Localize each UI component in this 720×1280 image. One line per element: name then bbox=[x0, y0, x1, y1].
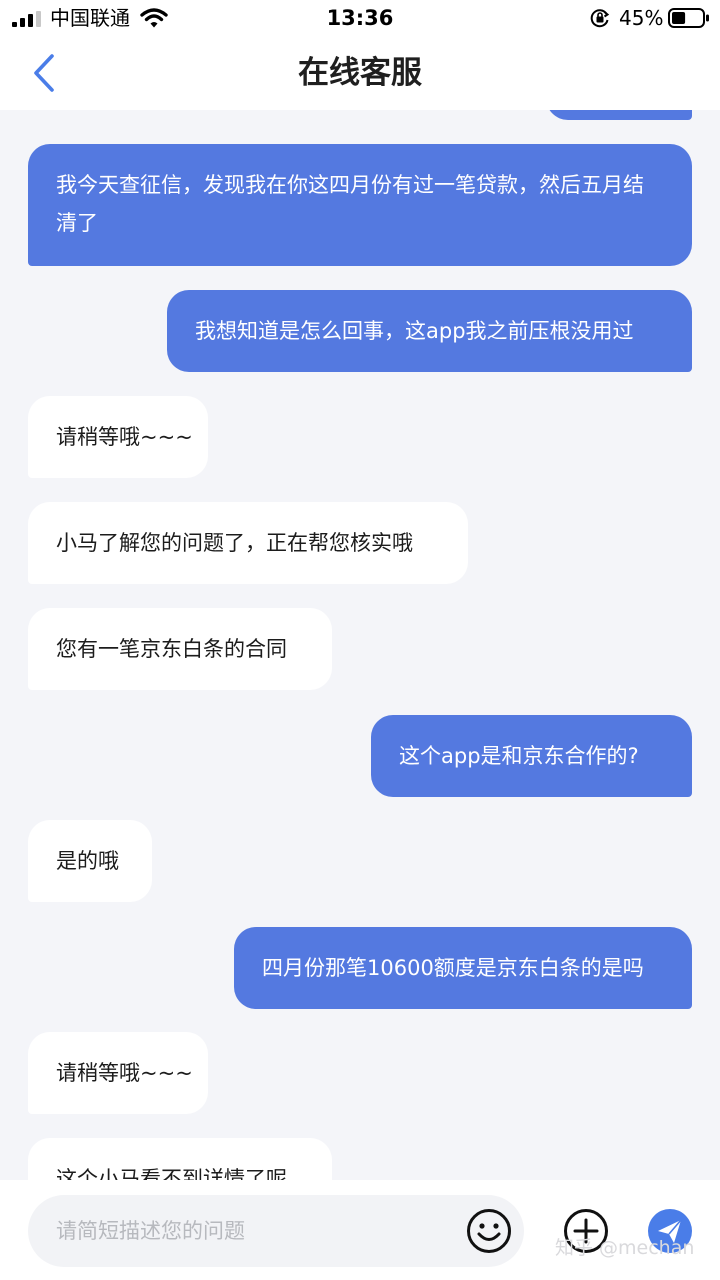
agent-message[interactable]: 小马了解您的问题了，正在帮您核实哦 bbox=[28, 502, 468, 584]
battery-icon bbox=[668, 8, 709, 28]
user-message[interactable]: 四月份那笔10600额度是京东白条的是吗 bbox=[234, 927, 692, 1009]
message-input[interactable] bbox=[28, 1195, 524, 1267]
agent-message[interactable]: 您有一笔京东白条的合同 bbox=[28, 608, 332, 690]
chat-screen: 中国联通 13:36 45% 在线客服 我今天查征信，发现我在你这四月份有过一笔… bbox=[0, 0, 720, 1280]
battery-percentage: 45% bbox=[619, 6, 664, 30]
message-bubble-partial bbox=[546, 110, 692, 120]
agent-message[interactable]: 是的哦 bbox=[28, 820, 152, 902]
user-message[interactable]: 我想知道是怎么回事，这app我之前压根没用过 bbox=[167, 290, 692, 372]
agent-message[interactable]: 这个小马看不到详情了呢 bbox=[28, 1138, 332, 1180]
send-icon[interactable] bbox=[647, 1208, 693, 1254]
user-message[interactable]: 这个app是和京东合作的? bbox=[371, 715, 692, 797]
message-list[interactable]: 我今天查征信，发现我在你这四月份有过一笔贷款，然后五月结清了 我想知道是怎么回事… bbox=[0, 110, 720, 1180]
nav-header: 在线客服 bbox=[0, 36, 720, 110]
status-bar: 中国联通 13:36 45% bbox=[0, 0, 720, 36]
page-title: 在线客服 bbox=[298, 55, 422, 91]
emoji-icon[interactable] bbox=[466, 1208, 512, 1254]
clock: 13:36 bbox=[326, 6, 394, 30]
input-bar: 知乎 @mechan bbox=[0, 1180, 720, 1280]
agent-message[interactable]: 请稍等哦~~~ bbox=[28, 396, 208, 478]
add-icon[interactable] bbox=[563, 1208, 609, 1254]
back-arrow-icon[interactable] bbox=[22, 50, 68, 96]
user-message[interactable]: 我今天查征信，发现我在你这四月份有过一笔贷款，然后五月结清了 bbox=[28, 144, 692, 266]
rotation-lock-icon bbox=[590, 9, 610, 28]
agent-message[interactable]: 请稍等哦~~~ bbox=[28, 1032, 208, 1114]
